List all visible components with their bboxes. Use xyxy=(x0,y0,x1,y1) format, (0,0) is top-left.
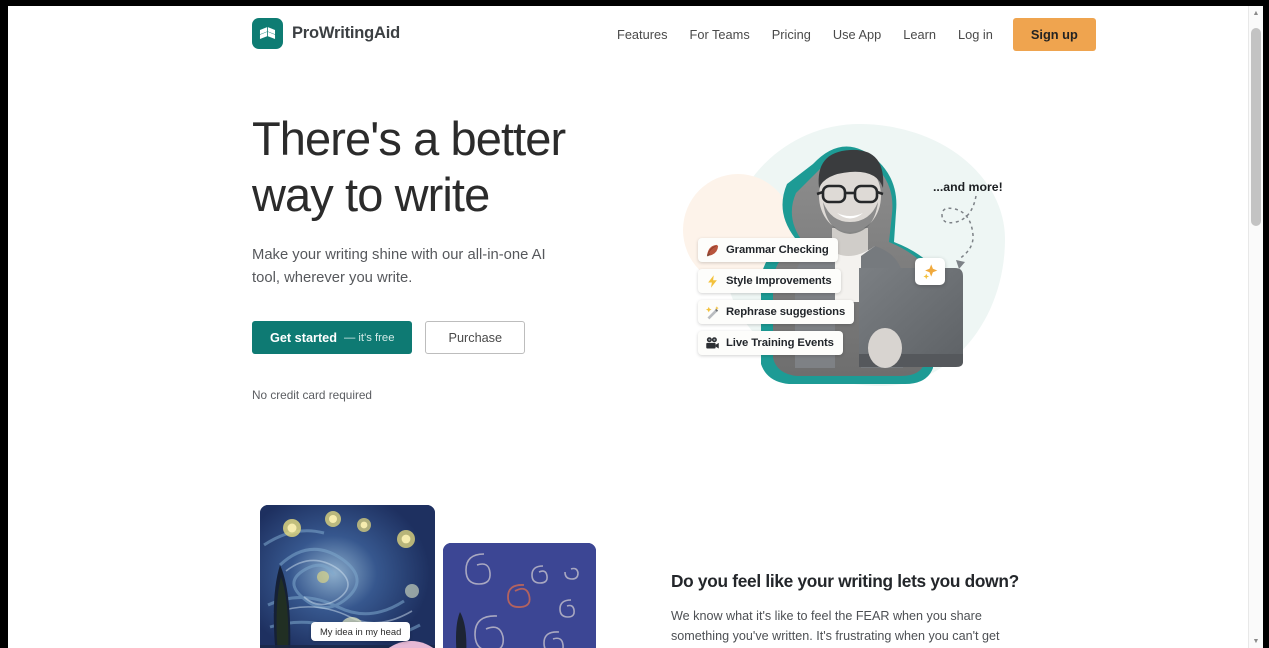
get-started-label: Get started xyxy=(270,330,337,345)
get-started-button[interactable]: Get started — it's free xyxy=(252,321,413,354)
feature-pill-label: Live Training Events xyxy=(726,337,834,349)
vertical-scrollbar[interactable]: ▲ ▼ xyxy=(1248,6,1263,648)
scroll-down-arrow-icon[interactable]: ▼ xyxy=(1249,634,1263,648)
logo-link[interactable]: ProWritingAid xyxy=(252,18,400,49)
main-navigation: Features For Teams Pricing Use App Learn… xyxy=(606,6,1096,63)
feature-pill-label: Style Improvements xyxy=(726,275,832,287)
feature-pill-grammar-checking[interactable]: Grammar Checking xyxy=(698,238,838,262)
feather-quill-icon xyxy=(706,244,719,256)
nav-item-learn[interactable]: Learn xyxy=(892,21,947,48)
nav-item-features[interactable]: Features xyxy=(606,21,679,48)
idea-caption: My idea in my head xyxy=(311,622,411,641)
page-title: There's a better way to write xyxy=(252,112,566,221)
hero-cta-row: Get started — it's free Purchase xyxy=(252,321,592,354)
feature-pill-style-improvements[interactable]: Style Improvements xyxy=(698,269,841,293)
page-viewport: ProWritingAid Features For Teams Pricing… xyxy=(8,6,1248,648)
lower-section-body: We know what it's like to feel the FEAR … xyxy=(671,609,1000,643)
movie-camera-icon xyxy=(706,336,719,348)
nav-item-for-teams[interactable]: For Teams xyxy=(679,21,761,48)
feature-pill-live-training-events[interactable]: Live Training Events xyxy=(698,331,843,355)
lower-section-copy: Do you feel like your writing lets you d… xyxy=(671,571,1021,648)
hero-copy: There's a better way to write Make your … xyxy=(252,111,592,402)
no-credit-card-note: No credit card required xyxy=(252,388,372,402)
scrollbar-thumb[interactable] xyxy=(1251,28,1261,226)
nav-item-log-in[interactable]: Log in xyxy=(947,21,1004,48)
and-more-label: ...and more! xyxy=(933,180,1003,194)
logo-text: ProWritingAid xyxy=(292,24,401,42)
feature-pill-label: Grammar Checking xyxy=(726,244,829,256)
curved-arrow-icon xyxy=(941,195,977,269)
open-book-icon xyxy=(252,18,283,49)
nav-item-use-app[interactable]: Use App xyxy=(822,21,892,48)
browser-frame: ProWritingAid Features For Teams Pricing… xyxy=(8,6,1263,648)
get-started-note: — it's free xyxy=(343,331,395,344)
hero-subtitle: Make your writing shine with our all-in-… xyxy=(252,247,546,286)
hero-illustration: Grammar Checking Style Improvements Reph… xyxy=(663,110,1018,402)
site-header: ProWritingAid Features For Teams Pricing… xyxy=(8,6,1248,63)
purchase-button[interactable]: Purchase xyxy=(425,321,526,354)
magic-wand-icon xyxy=(706,305,719,319)
lower-section-title: Do you feel like your writing lets you d… xyxy=(671,571,1019,591)
sign-up-button[interactable]: Sign up xyxy=(1012,18,1096,51)
before-after-illustration: My idea in my head xyxy=(260,505,605,648)
feature-pill-label: Rephrase suggestions xyxy=(726,306,846,318)
feature-pill-rephrase-suggestions[interactable]: Rephrase suggestions xyxy=(698,300,855,324)
lightning-bolt-icon xyxy=(708,274,717,288)
nav-item-pricing[interactable]: Pricing xyxy=(761,21,822,48)
scroll-up-arrow-icon[interactable]: ▲ xyxy=(1249,6,1263,20)
doodle-drawing xyxy=(443,543,596,648)
